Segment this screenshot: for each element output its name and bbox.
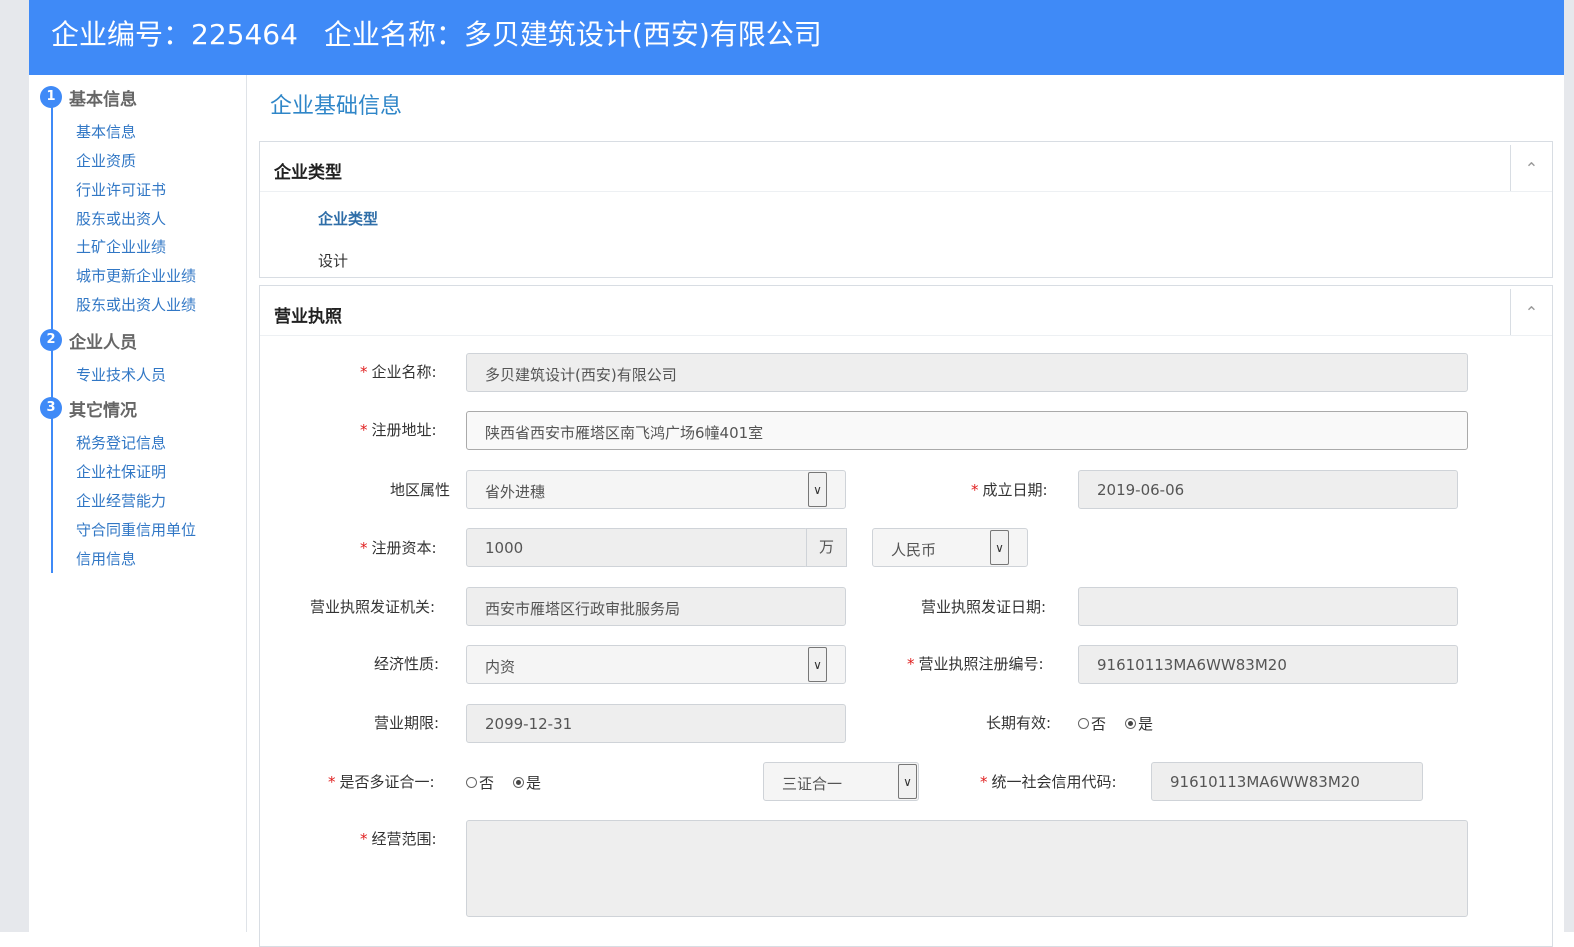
- sidebar-item-license[interactable]: 行业许可证书: [76, 179, 166, 200]
- required-mark: *: [360, 421, 368, 439]
- issue-date-label: 营业执照发证日期:: [921, 598, 1047, 616]
- region-value: 省外进穗: [485, 483, 546, 501]
- step-number-icon: 1: [40, 86, 62, 108]
- company-name-label: * 企业名称:: [360, 363, 437, 381]
- multi-cert-yes-radio[interactable]: 是: [513, 772, 541, 793]
- reg-capital-label: * 注册资本:: [360, 539, 437, 557]
- required-mark: *: [360, 363, 368, 381]
- reg-address-field[interactable]: 陕西省西安市雁塔区南飞鸿广场6幢401室: [466, 411, 1468, 450]
- economic-nature-select[interactable]: 内资 ∨: [466, 645, 846, 684]
- reg-capital-field[interactable]: 1000: [466, 528, 808, 567]
- sidebar-item-earthwork[interactable]: 土矿企业业绩: [76, 236, 166, 257]
- type-subheading: 企业类型: [318, 210, 379, 228]
- issuing-authority-field[interactable]: 西安市雁塔区行政审批服务局: [466, 587, 846, 626]
- right-gutter: [1564, 0, 1574, 932]
- panel-header: 营业执照 ⌃: [260, 286, 1552, 336]
- credit-code-field[interactable]: 91610113MA6WW83M20: [1151, 762, 1423, 801]
- sidebar-item-urban-renewal[interactable]: 城市更新企业业绩: [76, 265, 196, 286]
- section-title: 基本信息: [69, 89, 137, 110]
- sidebar-section-other[interactable]: 3 其它情况: [40, 396, 137, 421]
- chevron-up-icon[interactable]: ⌃: [1510, 289, 1552, 336]
- sidebar-section-personnel[interactable]: 2 企业人员: [40, 328, 137, 353]
- issuing-authority-label: 营业执照发证机关:: [310, 598, 436, 616]
- sidebar-item-technical-staff[interactable]: 专业技术人员: [76, 364, 166, 385]
- sidebar-item-tax[interactable]: 税务登记信息: [76, 432, 166, 453]
- cert-type-select[interactable]: 三证合一 ∨: [763, 762, 919, 801]
- sidebar-item-social-security[interactable]: 企业社保证明: [76, 461, 166, 482]
- capital-unit: 万: [806, 528, 847, 567]
- license-no-label: * 营业执照注册编号:: [907, 655, 1044, 673]
- found-date-field[interactable]: 2019-06-06: [1078, 470, 1458, 509]
- cert-type-value: 三证合一: [782, 775, 843, 793]
- sidebar-section-basic[interactable]: 1 基本信息: [40, 85, 137, 110]
- divider: [260, 191, 1552, 192]
- company-name-field[interactable]: 多贝建筑设计(西安)有限公司: [466, 353, 1468, 392]
- panel-header: 企业类型 ⌃: [260, 142, 1552, 192]
- business-term-label: 营业期限:: [374, 714, 440, 732]
- sidebar-item-credit-unit[interactable]: 守合同重信用单位: [76, 519, 196, 540]
- step-number-icon: 3: [40, 397, 62, 419]
- sidebar-item-basic-info[interactable]: 基本信息: [76, 121, 136, 142]
- chevron-down-icon[interactable]: ∨: [808, 647, 827, 682]
- credit-code-label: * 统一社会信用代码:: [980, 773, 1117, 791]
- required-mark: *: [360, 830, 368, 848]
- required-mark: *: [907, 655, 915, 673]
- long-term-no-radio[interactable]: 否: [1078, 713, 1106, 734]
- business-term-field[interactable]: 2099-12-31: [466, 704, 846, 743]
- required-mark: *: [328, 773, 336, 791]
- radio-selected-icon: [513, 777, 524, 788]
- sidebar-item-shareholder-performance[interactable]: 股东或出资人业绩: [76, 294, 196, 315]
- radio-circle-icon: [1078, 718, 1089, 729]
- economic-nature-label: 经济性质:: [374, 655, 440, 673]
- section-title: 其它情况: [69, 400, 137, 421]
- required-mark: *: [360, 539, 368, 557]
- step-number-icon: 2: [40, 329, 62, 351]
- radio-selected-icon: [1125, 718, 1136, 729]
- panel-title: 营业执照: [274, 307, 342, 327]
- multi-cert-label: * 是否多证合一:: [328, 773, 435, 791]
- enterprise-type-panel: 企业类型 ⌃ 企业类型 设计: [259, 141, 1553, 278]
- sidebar-item-shareholder[interactable]: 股东或出资人: [76, 208, 166, 229]
- required-mark: *: [971, 481, 979, 499]
- sidebar-item-operating-capacity[interactable]: 企业经营能力: [76, 490, 166, 511]
- radio-circle-icon: [466, 777, 477, 788]
- region-label: 地区属性: [390, 481, 451, 499]
- region-select[interactable]: 省外进穗 ∨: [466, 470, 846, 509]
- header-bar: 企业编号：225464 企业名称：多贝建筑设计(西安)有限公司: [29, 0, 1564, 75]
- required-mark: *: [980, 773, 988, 791]
- issue-date-field[interactable]: [1078, 587, 1458, 626]
- company-name: 企业名称：多贝建筑设计(西安)有限公司: [323, 18, 822, 51]
- company-number: 企业编号：225464: [51, 18, 298, 51]
- currency-value: 人民币: [891, 541, 937, 559]
- business-scope-label: * 经营范围:: [360, 830, 437, 848]
- found-date-label: * 成立日期:: [971, 481, 1048, 499]
- reg-address-label: * 注册地址:: [360, 421, 437, 439]
- chevron-up-icon[interactable]: ⌃: [1510, 145, 1552, 192]
- chevron-down-icon[interactable]: ∨: [990, 530, 1009, 565]
- sidebar-item-qualification[interactable]: 企业资质: [76, 150, 136, 171]
- type-value: 设计: [318, 252, 349, 270]
- sidebar: 1 基本信息 基本信息 企业资质 行业许可证书 股东或出资人 土矿企业业绩 城市…: [29, 75, 247, 932]
- multi-cert-no-radio[interactable]: 否: [466, 772, 494, 793]
- divider: [260, 335, 1552, 336]
- license-no-field[interactable]: 91610113MA6WW83M20: [1078, 645, 1458, 684]
- economic-nature-value: 内资: [485, 658, 516, 676]
- chevron-down-icon[interactable]: ∨: [808, 472, 827, 507]
- currency-select[interactable]: 人民币 ∨: [872, 528, 1028, 567]
- sidebar-item-credit-info[interactable]: 信用信息: [76, 548, 136, 569]
- left-gutter: [0, 0, 29, 932]
- long-term-label: 长期有效:: [986, 714, 1052, 732]
- page-title: 企业基础信息: [270, 94, 403, 119]
- panel-title: 企业类型: [274, 163, 342, 183]
- business-scope-textarea[interactable]: [466, 820, 1468, 917]
- section-title: 企业人员: [69, 332, 137, 353]
- chevron-down-icon[interactable]: ∨: [898, 764, 917, 799]
- long-term-yes-radio[interactable]: 是: [1125, 713, 1153, 734]
